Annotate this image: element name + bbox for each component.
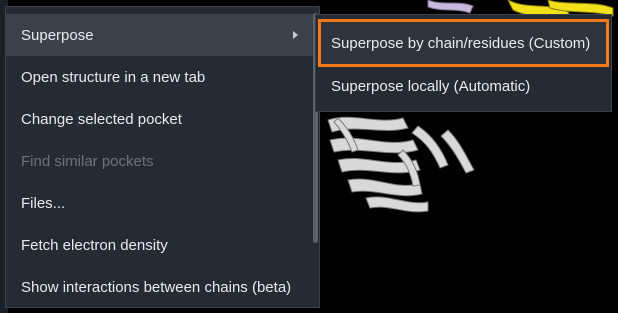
menu-item-label: Superpose (21, 26, 94, 44)
menu-item-find-similar-pockets: Find similar pockets (6, 140, 319, 182)
menu-item-open-structure-new-tab[interactable]: Open structure in a new tab (6, 56, 319, 98)
submenu-item-label: Superpose by chain/residues (Custom) (331, 34, 591, 52)
submenu-item-superpose-custom[interactable]: Superpose by chain/residues (Custom) (318, 19, 609, 67)
context-menu: Superpose Open structure in a new tab Ch… (5, 6, 320, 308)
menu-item-superpose[interactable]: Superpose (6, 14, 319, 56)
menu-item-label: Show interactions between chains (beta) (21, 278, 292, 296)
menu-item-label: Open structure in a new tab (21, 68, 206, 86)
submenu-item-superpose-automatic[interactable]: Superpose locally (Automatic) (316, 65, 611, 107)
lavender-ribbon (427, 0, 474, 14)
menu-item-change-selected-pocket[interactable]: Change selected pocket (6, 98, 319, 140)
menu-item-label: Find similar pockets (21, 152, 154, 170)
white-ribbons (327, 116, 475, 213)
menu-item-show-interactions-between-chains[interactable]: Show interactions between chains (beta) (6, 266, 319, 308)
menu-item-label: Change selected pocket (21, 110, 182, 128)
chevron-right-icon (293, 31, 298, 39)
menu-item-label: Files... (21, 194, 66, 212)
superpose-submenu: Superpose by chain/residues (Custom) Sup… (315, 14, 612, 112)
menu-item-files[interactable]: Files... (6, 182, 319, 224)
menu-item-label: Fetch electron density (21, 236, 168, 254)
submenu-item-label: Superpose locally (Automatic) (331, 77, 531, 95)
menu-item-fetch-electron-density[interactable]: Fetch electron density (6, 224, 319, 266)
